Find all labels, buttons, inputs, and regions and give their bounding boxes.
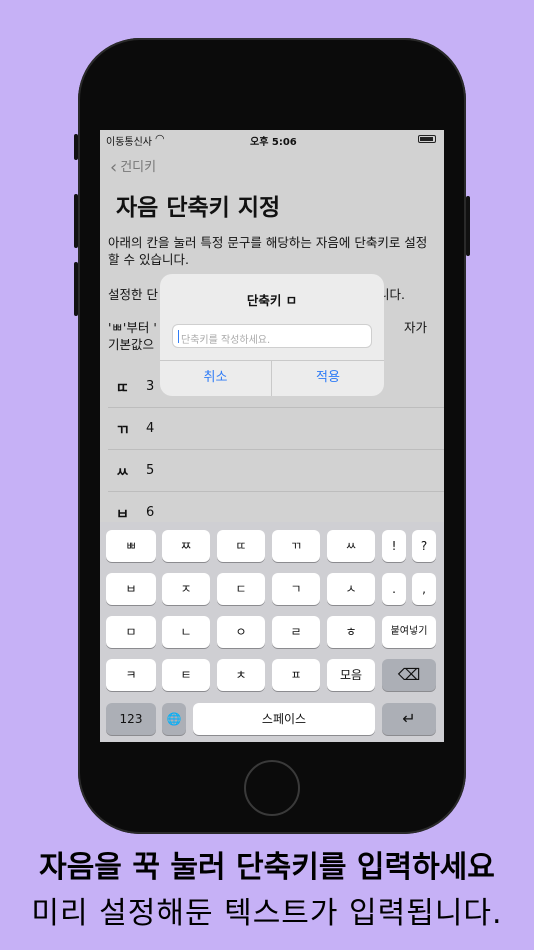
row-key: ㄲ bbox=[116, 423, 129, 439]
key-ssang-giyeok[interactable]: ㄲ bbox=[272, 530, 320, 562]
volume-down-button bbox=[74, 262, 78, 316]
shortcut-row[interactable]: ㅆ5 bbox=[108, 450, 444, 492]
key-bieup[interactable]: ㅂ bbox=[106, 573, 156, 605]
page-title: 자음 단축키 지정 bbox=[116, 195, 281, 221]
desc2-left: 설정한 단 bbox=[108, 287, 158, 302]
key-giyeok[interactable]: ㄱ bbox=[272, 573, 320, 605]
desc3-right-line1: 자가 bbox=[404, 320, 428, 335]
description-text: 아래의 칸을 눌러 특정 문구를 해당하는 자음에 단축키로 설정할 수 있습니… bbox=[108, 235, 428, 267]
caption-subline: 미리 설정해둔 텍스트가 입력됩니다. bbox=[31, 896, 503, 931]
numbers-key[interactable]: 123 bbox=[106, 703, 156, 735]
key-period[interactable]: . bbox=[382, 573, 406, 605]
key-ssang-digeut[interactable]: ㄸ bbox=[217, 530, 265, 562]
status-time: 오후 5:06 bbox=[250, 137, 297, 148]
power-button bbox=[466, 196, 470, 256]
key-ssang-siot[interactable]: ㅆ bbox=[327, 530, 375, 562]
status-bar: 이동통신사 ◠ 오후 5:06 bbox=[100, 132, 444, 148]
custom-keyboard: ㅃ ㅉ ㄸ ㄲ ㅆ ! ? ㅂ ㅈ ㄷ ㄱ ㅅ . , ㅁ ㄴ ㅇ ㄹ ㅎ 붙여… bbox=[100, 522, 444, 742]
key-ssang-bieup[interactable]: ㅃ bbox=[106, 530, 156, 562]
app-view: 이동통신사 ◠ 오후 5:06 ‹ 건디키 자음 단축키 지정 아래의 칸을 눌러… bbox=[100, 130, 444, 534]
volume-up-button bbox=[74, 194, 78, 248]
row-value: 6 bbox=[146, 505, 155, 520]
back-button[interactable]: ‹ 건디키 bbox=[110, 156, 156, 178]
key-digeut[interactable]: ㄷ bbox=[217, 573, 265, 605]
cancel-button[interactable]: 취소 bbox=[160, 361, 272, 396]
row-value: 3 bbox=[146, 379, 155, 394]
shortcut-alert: 단축키 ㅁ 단축키를 작성하세요. 취소 적용 bbox=[160, 274, 384, 396]
return-icon[interactable]: ↵ bbox=[382, 703, 436, 735]
row-key: ㅆ bbox=[116, 465, 129, 481]
carrier-label: 이동통신사 bbox=[106, 137, 152, 148]
apply-button[interactable]: 적용 bbox=[272, 361, 384, 396]
chevron-left-icon: ‹ bbox=[110, 157, 118, 178]
backspace-icon[interactable]: ⌫ bbox=[382, 659, 436, 691]
desc3-left-line2: 기본값으 bbox=[108, 337, 155, 352]
row-key: ㅂ bbox=[116, 507, 129, 523]
key-tieut[interactable]: ㅌ bbox=[162, 659, 210, 691]
key-chieut[interactable]: ㅊ bbox=[217, 659, 265, 691]
alert-buttons: 취소 적용 bbox=[160, 360, 384, 396]
key-hieut[interactable]: ㅎ bbox=[327, 616, 375, 648]
key-siot[interactable]: ㅅ bbox=[327, 573, 375, 605]
battery-icon bbox=[418, 135, 436, 143]
caption-headline: 자음을 꾹 눌러 단축키를 입력하세요 bbox=[39, 850, 495, 885]
key-ieung[interactable]: ㅇ bbox=[217, 616, 265, 648]
row-value: 5 bbox=[146, 463, 155, 478]
shortcut-input[interactable]: 단축키를 작성하세요. bbox=[172, 324, 372, 348]
phone-screen: 이동통신사 ◠ 오후 5:06 ‹ 건디키 자음 단축키 지정 아래의 칸을 눌러… bbox=[100, 130, 444, 742]
row-key: ㄸ bbox=[116, 381, 129, 397]
key-kieuk[interactable]: ㅋ bbox=[106, 659, 156, 691]
paste-key[interactable]: 붙여넣기 bbox=[382, 616, 436, 648]
vowel-key[interactable]: 모음 bbox=[327, 659, 375, 691]
key-question[interactable]: ? bbox=[412, 530, 436, 562]
key-pieup[interactable]: ㅍ bbox=[272, 659, 320, 691]
shortcut-row[interactable]: ㄲ4 bbox=[108, 408, 444, 450]
desc3-left-line1: 'ㅃ'부터 ' bbox=[108, 320, 157, 335]
space-key[interactable]: 스페이스 bbox=[193, 703, 375, 735]
key-ssang-jieut[interactable]: ㅉ bbox=[162, 530, 210, 562]
globe-icon[interactable]: 🌐 bbox=[162, 703, 186, 735]
home-button[interactable] bbox=[244, 760, 300, 816]
key-rieul[interactable]: ㄹ bbox=[272, 616, 320, 648]
mute-switch bbox=[74, 134, 78, 160]
key-comma[interactable]: , bbox=[412, 573, 436, 605]
key-exclamation[interactable]: ! bbox=[382, 530, 406, 562]
key-nieun[interactable]: ㄴ bbox=[162, 616, 210, 648]
row-value: 4 bbox=[146, 421, 155, 436]
key-mieum[interactable]: ㅁ bbox=[106, 616, 156, 648]
alert-title: 단축키 ㅁ bbox=[246, 293, 298, 308]
wifi-icon: ◠ bbox=[155, 132, 165, 145]
back-label: 건디키 bbox=[120, 160, 157, 175]
key-jieut[interactable]: ㅈ bbox=[162, 573, 210, 605]
